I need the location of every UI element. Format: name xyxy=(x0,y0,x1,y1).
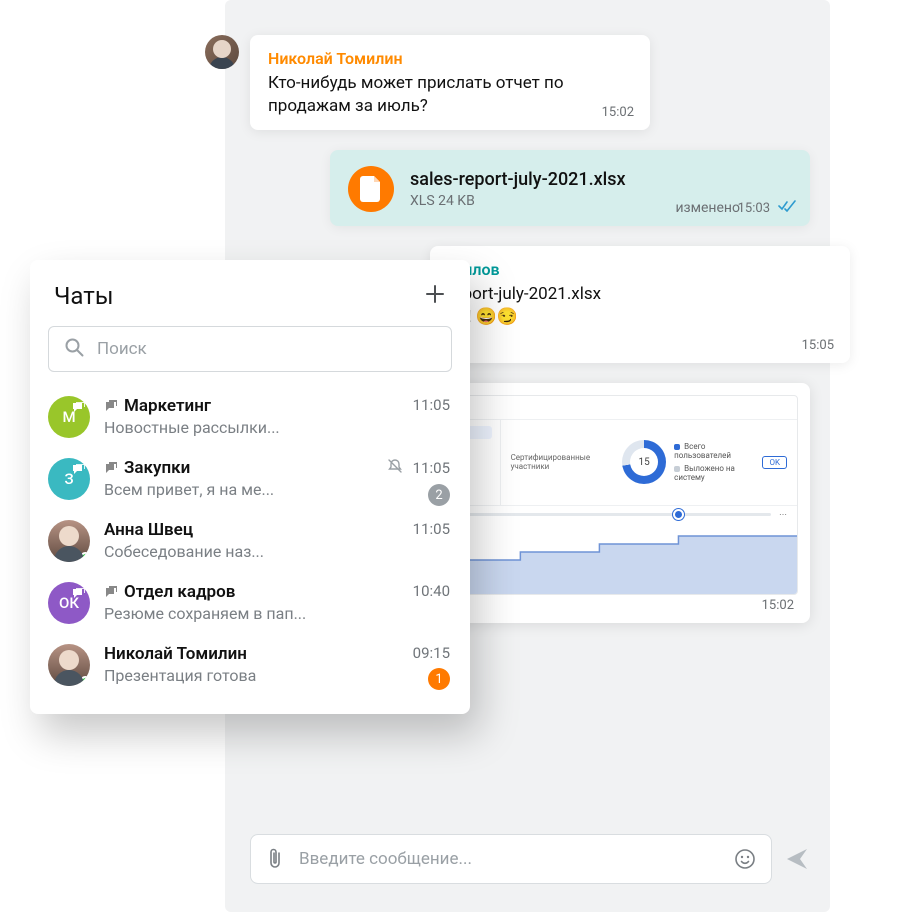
message-bubble[interactable]: Шилов report-july-2021.xlsx бо! 😄😏 15:05 xyxy=(430,246,850,363)
search-icon xyxy=(63,336,85,362)
chat-list-item[interactable]: ОК Отдел кадров Резюме сохраняем в пап... 1… xyxy=(30,572,470,634)
emoji-icon[interactable] xyxy=(733,847,757,871)
group-badge-icon xyxy=(72,400,86,418)
message-item: Шилов report-july-2021.xlsx бо! 😄😏 15:05 xyxy=(470,246,810,363)
message-time: 15:05 xyxy=(802,338,834,353)
message-input-placeholder[interactable]: Введите сообщение... xyxy=(299,849,719,869)
chat-list-item[interactable]: Анна Швец Собеседование наз... 11:05 xyxy=(30,510,470,572)
unread-badge: 2 xyxy=(428,484,450,506)
chat-list-item[interactable]: Николай Томилин Презентация готова 09:15 1 xyxy=(30,634,470,696)
chat-time: 09:15 xyxy=(413,644,450,662)
message-text: бо! 😄😏 xyxy=(448,306,832,329)
chat-name: Николай Томилин xyxy=(104,644,452,664)
read-receipt-icon xyxy=(778,197,796,216)
group-badge-icon xyxy=(72,586,86,604)
chat-avatar xyxy=(48,644,90,686)
file-name: sales-report-july-2021.xlsx xyxy=(410,169,626,191)
donut-chart xyxy=(622,440,666,484)
attach-icon[interactable] xyxy=(265,847,285,871)
message-input-container[interactable]: Введите сообщение... xyxy=(250,834,772,884)
chat-list-item[interactable]: ЗЗакупкиВсем привет, я на ме...11:052 xyxy=(30,448,470,510)
presence-dot xyxy=(80,552,90,562)
chat-name: Отдел кадров xyxy=(104,582,452,602)
chat-name: Анна Швец xyxy=(104,520,452,540)
group-icon xyxy=(104,400,118,412)
chat-preview: Собеседование наз... xyxy=(104,542,452,561)
chat-list-item[interactable]: М Маркетинг Новостные рассылки... 11:05 xyxy=(30,386,470,448)
chat-name: Маркетинг xyxy=(104,396,452,416)
presence-dot xyxy=(80,676,90,686)
sender-name: Шилов xyxy=(448,260,832,279)
sender-name: Николай Томилин xyxy=(268,49,632,68)
chat-avatar: З xyxy=(48,458,90,500)
file-meta: XLS 24 KB xyxy=(410,193,626,209)
group-badge-icon xyxy=(72,462,86,480)
muted-icon xyxy=(387,458,403,478)
composer: Введите сообщение... xyxy=(250,834,810,884)
chat-list: ММаркетингНовостные рассылки...11:05ЗЗак… xyxy=(30,382,470,700)
chat-preview: Резюме сохраняем в пап... xyxy=(104,604,452,623)
message-time: 15:03 xyxy=(738,201,770,216)
message-bubble-outgoing[interactable]: sales-report-july-2021.xlsx XLS 24 KB из… xyxy=(330,150,810,226)
add-chat-button[interactable] xyxy=(424,283,446,309)
chat-avatar: М xyxy=(48,396,90,438)
panel-title: Чаты xyxy=(54,282,113,310)
group-icon xyxy=(104,586,118,598)
chat-preview: Новостные рассылки... xyxy=(104,418,452,437)
search-placeholder: Поиск xyxy=(97,339,147,359)
chats-panel: Чаты Поиск М Маркетинг Новостные рассылки.… xyxy=(30,260,470,714)
message-item: Николай Томилин Кто-нибудь может прислат… xyxy=(250,35,810,130)
unread-badge: 1 xyxy=(428,668,450,690)
chat-avatar xyxy=(48,520,90,562)
message-text: Кто-нибудь может прислать отчет по прода… xyxy=(268,72,632,118)
chat-preview: Презентация готова xyxy=(104,666,452,685)
send-button[interactable] xyxy=(784,846,810,872)
file-icon xyxy=(348,166,394,212)
chat-avatar: ОК xyxy=(48,582,90,624)
message-time: 15:02 xyxy=(602,105,634,120)
chat-time: 10:40 xyxy=(413,582,450,600)
chat-time: 11:05 xyxy=(413,396,450,414)
message-bubble[interactable]: Николай Томилин Кто-нибудь может прислат… xyxy=(250,35,650,130)
avatar xyxy=(205,35,239,69)
message-file-ref: report-july-2021.xlsx xyxy=(448,283,832,306)
ok-badge: OK xyxy=(762,456,787,469)
message-item: sales-report-july-2021.xlsx XLS 24 KB из… xyxy=(250,150,810,226)
chat-time: 11:05 xyxy=(413,520,450,538)
search-input[interactable]: Поиск xyxy=(48,326,452,372)
chat-time: 11:05 xyxy=(413,459,450,477)
group-icon xyxy=(104,462,118,474)
message-time: 15:02 xyxy=(762,598,794,613)
message-status: изменено xyxy=(675,200,740,216)
